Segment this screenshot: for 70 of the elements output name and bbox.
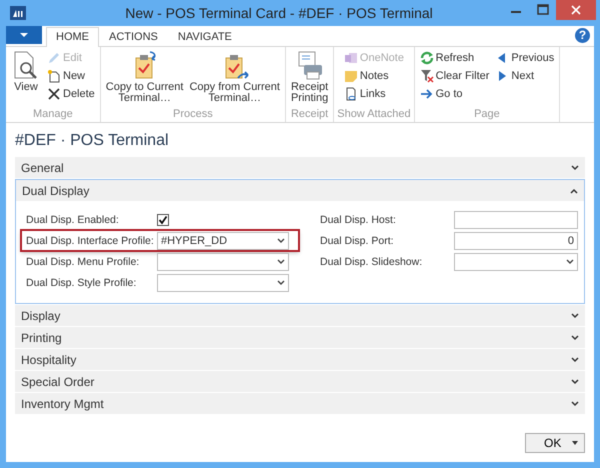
- ribbon-button[interactable]: Delete: [45, 85, 97, 103]
- ribbon-group-label: Manage: [33, 108, 73, 122]
- ribbon-tab[interactable]: NAVIGATE: [168, 27, 242, 46]
- field-label: Dual Disp. Port:: [320, 234, 395, 246]
- section-title: Printing: [21, 330, 62, 344]
- ribbon-button[interactable]: Previous: [493, 49, 556, 67]
- ribbon-button[interactable]: Go to: [418, 85, 492, 103]
- field-label: Dual Disp. Menu Profile:: [26, 256, 140, 268]
- caret-icon: [572, 441, 578, 445]
- dropdown-menu-icon[interactable]: [6, 26, 42, 44]
- field-label: Dual Disp. Slideshow:: [320, 256, 424, 268]
- page-title: #DEF · POS Terminal: [15, 131, 170, 151]
- arrow-right-icon: [420, 87, 434, 101]
- section-title: Inventory Mgmt: [21, 396, 104, 410]
- ribbon-button[interactable]: New: [45, 67, 97, 85]
- input-field[interactable]: [454, 210, 578, 228]
- ribbon-button[interactable]: Next: [493, 67, 556, 85]
- notebook-icon: [344, 51, 358, 65]
- ribbon-button[interactable]: View: [9, 49, 43, 94]
- section-header[interactable]: Display: [15, 305, 585, 326]
- ribbon-button[interactable]: Receipt Printing: [288, 49, 330, 105]
- ribbon-tab[interactable]: ACTIONS: [99, 27, 168, 46]
- ribbon-button[interactable]: Clear Filter: [418, 67, 492, 85]
- note-icon: [344, 69, 358, 83]
- filter-icon: [420, 69, 434, 83]
- ok-button[interactable]: OK: [525, 433, 585, 453]
- input-field[interactable]: 0: [454, 232, 578, 250]
- section-header[interactable]: Inventory Mgmt: [15, 393, 585, 414]
- section-title: Display: [21, 308, 60, 322]
- chevron-icon: [566, 258, 574, 264]
- field-label: Dual Disp. Host:: [320, 214, 397, 226]
- dropdown-field[interactable]: [157, 252, 289, 270]
- ribbon-group-label: Process: [172, 108, 213, 122]
- ribbon-button[interactable]: Copy from Current Terminal…: [187, 49, 282, 105]
- ribbon-button[interactable]: Notes: [342, 67, 406, 85]
- ribbon-button[interactable]: Links: [342, 85, 406, 103]
- section-header[interactable]: Hospitality: [15, 349, 585, 370]
- dropdown-field[interactable]: [157, 274, 289, 292]
- section-title: Hospitality: [21, 352, 76, 366]
- pencil-icon: [47, 51, 61, 65]
- section-title: General: [21, 160, 64, 174]
- field-label: Dual Disp. Interface Profile:: [26, 234, 155, 246]
- ribbon-button[interactable]: Copy to Current Terminal…: [104, 49, 186, 105]
- ribbon-group-label: Receipt: [290, 108, 328, 122]
- section-header[interactable]: Dual Display: [16, 180, 584, 201]
- help-button[interactable]: ?: [575, 28, 590, 43]
- dropdown-field[interactable]: [454, 252, 578, 270]
- cross-icon: [47, 87, 61, 101]
- ribbon-group-label: Show Attached: [337, 108, 411, 122]
- link-icon: [344, 87, 358, 101]
- ribbon-button[interactable]: Refresh: [418, 49, 492, 67]
- new-page-icon: [47, 69, 61, 83]
- chevron-icon: [277, 280, 285, 286]
- app-logo-icon: [10, 6, 26, 20]
- section-header[interactable]: General: [15, 157, 585, 178]
- close-icon[interactable]: [556, 0, 596, 20]
- section-header[interactable]: Printing: [15, 327, 585, 348]
- chevron-icon: [277, 238, 285, 244]
- section-title: Dual Display: [22, 184, 90, 198]
- field-label: Dual Disp. Enabled:: [26, 214, 120, 226]
- refresh-icon: [420, 51, 434, 65]
- window-title: New - POS Terminal Card - #DEF · POS Terminal: [124, 5, 434, 21]
- dropdown-field[interactable]: #HYPER_DD: [157, 232, 289, 250]
- ribbon-group-label: Page: [474, 108, 500, 122]
- section-header[interactable]: Special Order: [15, 371, 585, 392]
- field-label: Dual Disp. Style Profile:: [26, 276, 138, 288]
- checkbox[interactable]: [157, 214, 169, 226]
- ribbon-tab[interactable]: HOME: [46, 27, 99, 47]
- section-title: Special Order: [21, 374, 94, 388]
- chevron-icon: [277, 258, 285, 264]
